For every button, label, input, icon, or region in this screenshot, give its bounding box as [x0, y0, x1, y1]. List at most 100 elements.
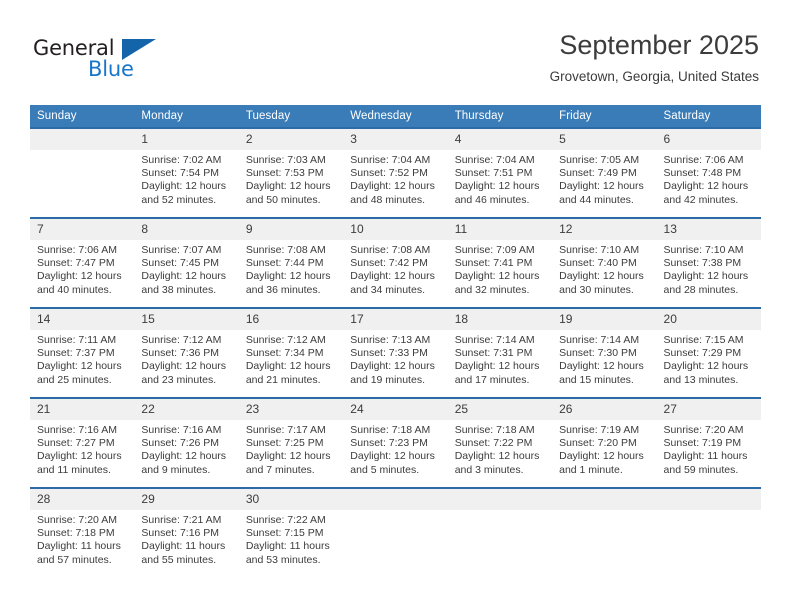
calendar-day-cell[interactable]: 16 Sunrise: 7:12 AM Sunset: 7:34 PM Dayligh…	[238, 307, 344, 398]
day-details: Sunrise: 7:21 AM Sunset: 7:16 PM Daylight:…	[134, 510, 238, 567]
day-detail-line: Sunset: 7:20 PM	[559, 437, 637, 450]
calendar-day-cell[interactable]: 17 Sunrise: 7:13 AM Sunset: 7:33 PM Dayligh…	[343, 307, 448, 398]
day-detail-line: Sunrise: 7:11 AM	[37, 334, 117, 346]
calendar-day-cell[interactable]: 28 Sunrise: 7:20 AM Sunset: 7:18 PM Dayligh…	[30, 487, 135, 567]
calendar-day-cell[interactable]: 18 Sunrise: 7:14 AM Sunset: 7:31 PM Dayligh…	[447, 307, 553, 398]
day-detail-line: Daylight: 12 hours	[559, 450, 644, 463]
day-detail-line: Sunset: 7:18 PM	[37, 527, 115, 540]
calendar-day-cell[interactable]: 10 Sunrise: 7:08 AM Sunset: 7:42 PM Dayligh…	[343, 217, 448, 308]
day-detail-line: Daylight: 12 hours	[141, 450, 227, 463]
day-detail-line: Sunset: 7:34 PM	[245, 347, 324, 360]
calendar-day-cell[interactable]: 19 Sunrise: 7:14 AM Sunset: 7:30 PM Dayligh…	[552, 307, 657, 398]
day-detail-line: Sunrise: 7:10 AM	[559, 244, 640, 256]
calendar-day-cell[interactable]: 23 Sunrise: 7:17 AM Sunset: 7:25 PM Dayligh…	[238, 397, 344, 488]
day-detail-line: Daylight: 12 hours	[350, 180, 435, 193]
calendar-day-cell[interactable]: 29 Sunrise: 7:21 AM Sunset: 7:16 PM Dayligh…	[134, 487, 239, 567]
day-detail-line: Daylight: 12 hours	[454, 450, 540, 463]
weekday-header-monday: Monday	[134, 105, 239, 128]
day-number: 13	[656, 219, 761, 240]
day-detail-line: Sunset: 7:30 PM	[559, 347, 637, 360]
calendar-day-cell[interactable]: 27 Sunrise: 7:20 AM Sunset: 7:19 PM Dayligh…	[656, 397, 761, 488]
day-detail-line: Sunset: 7:29 PM	[663, 347, 742, 360]
calendar-day-cell[interactable]: 6 Sunrise: 7:06 AM Sunset: 7:48 PM Daylight…	[656, 127, 761, 218]
day-detail-line: and 28 minutes.	[663, 283, 739, 296]
calendar-day-cell[interactable]: 26 Sunrise: 7:19 AM Sunset: 7:20 PM Dayligh…	[552, 397, 657, 488]
weekday-header-sunday: Sunday	[30, 105, 135, 128]
calendar-day-cell[interactable]: 22 Sunrise: 7:16 AM Sunset: 7:26 PM Dayligh…	[134, 397, 239, 488]
day-details: Sunrise: 7:04 AM Sunset: 7:51 PM Daylight:…	[448, 150, 552, 207]
day-detail-line: and 53 minutes.	[245, 553, 321, 566]
day-detail-line: Daylight: 12 hours	[559, 360, 644, 373]
calendar-day-cell-empty	[30, 127, 135, 218]
day-detail-line: and 11 minutes.	[37, 463, 111, 476]
day-detail-line: and 30 minutes.	[559, 283, 634, 296]
day-detail-line: Sunrise: 7:08 AM	[350, 244, 431, 256]
calendar-day-cell[interactable]: 30 Sunrise: 7:22 AM Sunset: 7:15 PM Dayligh…	[238, 487, 344, 567]
day-detail-line: Daylight: 12 hours	[454, 270, 540, 283]
calendar-day-cell[interactable]: 15 Sunrise: 7:12 AM Sunset: 7:36 PM Dayligh…	[134, 307, 239, 398]
day-detail-line: Sunrise: 7:06 AM	[663, 154, 744, 166]
calendar-day-cell[interactable]: 5 Sunrise: 7:05 AM Sunset: 7:49 PM Daylight…	[552, 127, 657, 218]
calendar-day-cell[interactable]: 20 Sunrise: 7:15 AM Sunset: 7:29 PM Dayligh…	[656, 307, 761, 398]
day-number: 15	[134, 309, 239, 330]
day-number: 4	[447, 129, 553, 150]
calendar-day-cell[interactable]: 25 Sunrise: 7:18 AM Sunset: 7:22 PM Dayligh…	[447, 397, 553, 488]
day-details: Sunrise: 7:08 AM Sunset: 7:44 PM Daylight:…	[239, 240, 343, 297]
calendar-day-cell[interactable]: 4 Sunrise: 7:04 AM Sunset: 7:51 PM Daylight…	[447, 127, 553, 218]
day-details: Sunrise: 7:14 AM Sunset: 7:30 PM Daylight:…	[552, 330, 656, 387]
day-detail-line: and 23 minutes.	[141, 373, 217, 386]
day-detail-line: Daylight: 11 hours	[37, 540, 121, 553]
day-number: 9	[238, 219, 344, 240]
day-detail-line: Sunrise: 7:13 AM	[350, 334, 431, 346]
day-details: Sunrise: 7:03 AM Sunset: 7:53 PM Daylight:…	[239, 150, 343, 207]
day-detail-line: Sunrise: 7:06 AM	[37, 244, 117, 256]
calendar-day-cell[interactable]: 7 Sunrise: 7:06 AM Sunset: 7:47 PM Daylight…	[30, 217, 135, 308]
day-detail-line: Sunrise: 7:12 AM	[141, 334, 222, 346]
day-detail-line: Sunset: 7:33 PM	[350, 347, 428, 360]
day-detail-line: and 34 minutes.	[350, 283, 425, 296]
calendar-day-cell[interactable]: 8 Sunrise: 7:07 AM Sunset: 7:45 PM Daylight…	[134, 217, 239, 308]
day-detail-line: Daylight: 11 hours	[245, 540, 330, 553]
calendar-week-row: 7 Sunrise: 7:06 AM Sunset: 7:47 PM Daylight…	[30, 217, 761, 308]
day-detail-line: Daylight: 12 hours	[141, 180, 227, 193]
day-number: 23	[238, 399, 344, 420]
day-detail-line: Sunset: 7:22 PM	[454, 437, 533, 450]
calendar-day-cell[interactable]: 13 Sunrise: 7:10 AM Sunset: 7:38 PM Dayligh…	[656, 217, 761, 308]
calendar-day-cell-empty	[552, 487, 657, 567]
day-detail-line: Daylight: 12 hours	[37, 360, 122, 373]
day-details: Sunrise: 7:07 AM Sunset: 7:45 PM Daylight:…	[134, 240, 238, 297]
day-detail-line: Sunset: 7:47 PM	[37, 257, 115, 270]
day-detail-line: Daylight: 12 hours	[559, 270, 644, 283]
day-number: 29	[134, 489, 239, 510]
day-detail-line: Sunset: 7:31 PM	[454, 347, 533, 360]
day-number: 18	[447, 309, 553, 330]
day-detail-line: Daylight: 12 hours	[559, 180, 644, 193]
day-detail-line: Daylight: 12 hours	[663, 360, 749, 373]
day-detail-line: Daylight: 12 hours	[245, 180, 331, 193]
day-detail-line: Daylight: 12 hours	[37, 270, 122, 283]
day-number: 5	[552, 129, 657, 150]
day-detail-line: Sunrise: 7:08 AM	[245, 244, 326, 256]
day-detail-line: Daylight: 12 hours	[663, 180, 749, 193]
day-detail-line: Daylight: 12 hours	[141, 270, 227, 283]
calendar-day-cell[interactable]: 21 Sunrise: 7:16 AM Sunset: 7:27 PM Dayligh…	[30, 397, 135, 488]
calendar-day-cell[interactable]: 11 Sunrise: 7:09 AM Sunset: 7:41 PM Dayligh…	[447, 217, 553, 308]
day-number: 12	[552, 219, 657, 240]
calendar-day-cell[interactable]: 2 Sunrise: 7:03 AM Sunset: 7:53 PM Daylight…	[238, 127, 344, 218]
weekday-header-friday: Friday	[552, 105, 657, 128]
day-detail-line: Daylight: 12 hours	[37, 450, 122, 463]
day-detail-line: and 36 minutes.	[245, 283, 321, 296]
calendar-grid: Sunday Monday Tuesday Wednesday Thursday Frid…	[30, 105, 761, 567]
calendar-day-cell[interactable]: 3 Sunrise: 7:04 AM Sunset: 7:52 PM Daylight…	[343, 127, 448, 218]
day-details: Sunrise: 7:14 AM Sunset: 7:31 PM Daylight:…	[448, 330, 552, 387]
calendar-day-cell[interactable]: 14 Sunrise: 7:11 AM Sunset: 7:37 PM Dayligh…	[30, 307, 135, 398]
day-detail-line: Daylight: 12 hours	[245, 270, 331, 283]
day-detail-line: Sunset: 7:19 PM	[663, 437, 742, 450]
calendar-day-cell[interactable]: 9 Sunrise: 7:08 AM Sunset: 7:44 PM Daylight…	[238, 217, 344, 308]
calendar-day-cell[interactable]: 12 Sunrise: 7:10 AM Sunset: 7:40 PM Dayligh…	[552, 217, 657, 308]
day-details: Sunrise: 7:18 AM Sunset: 7:23 PM Daylight:…	[343, 420, 447, 477]
logo-text-blue: Blue	[88, 57, 134, 81]
calendar-day-cell[interactable]: 24 Sunrise: 7:18 AM Sunset: 7:23 PM Dayligh…	[343, 397, 448, 488]
day-detail-line: Sunrise: 7:14 AM	[454, 334, 535, 346]
calendar-day-cell[interactable]: 1 Sunrise: 7:02 AM Sunset: 7:54 PM Daylight…	[134, 127, 239, 218]
